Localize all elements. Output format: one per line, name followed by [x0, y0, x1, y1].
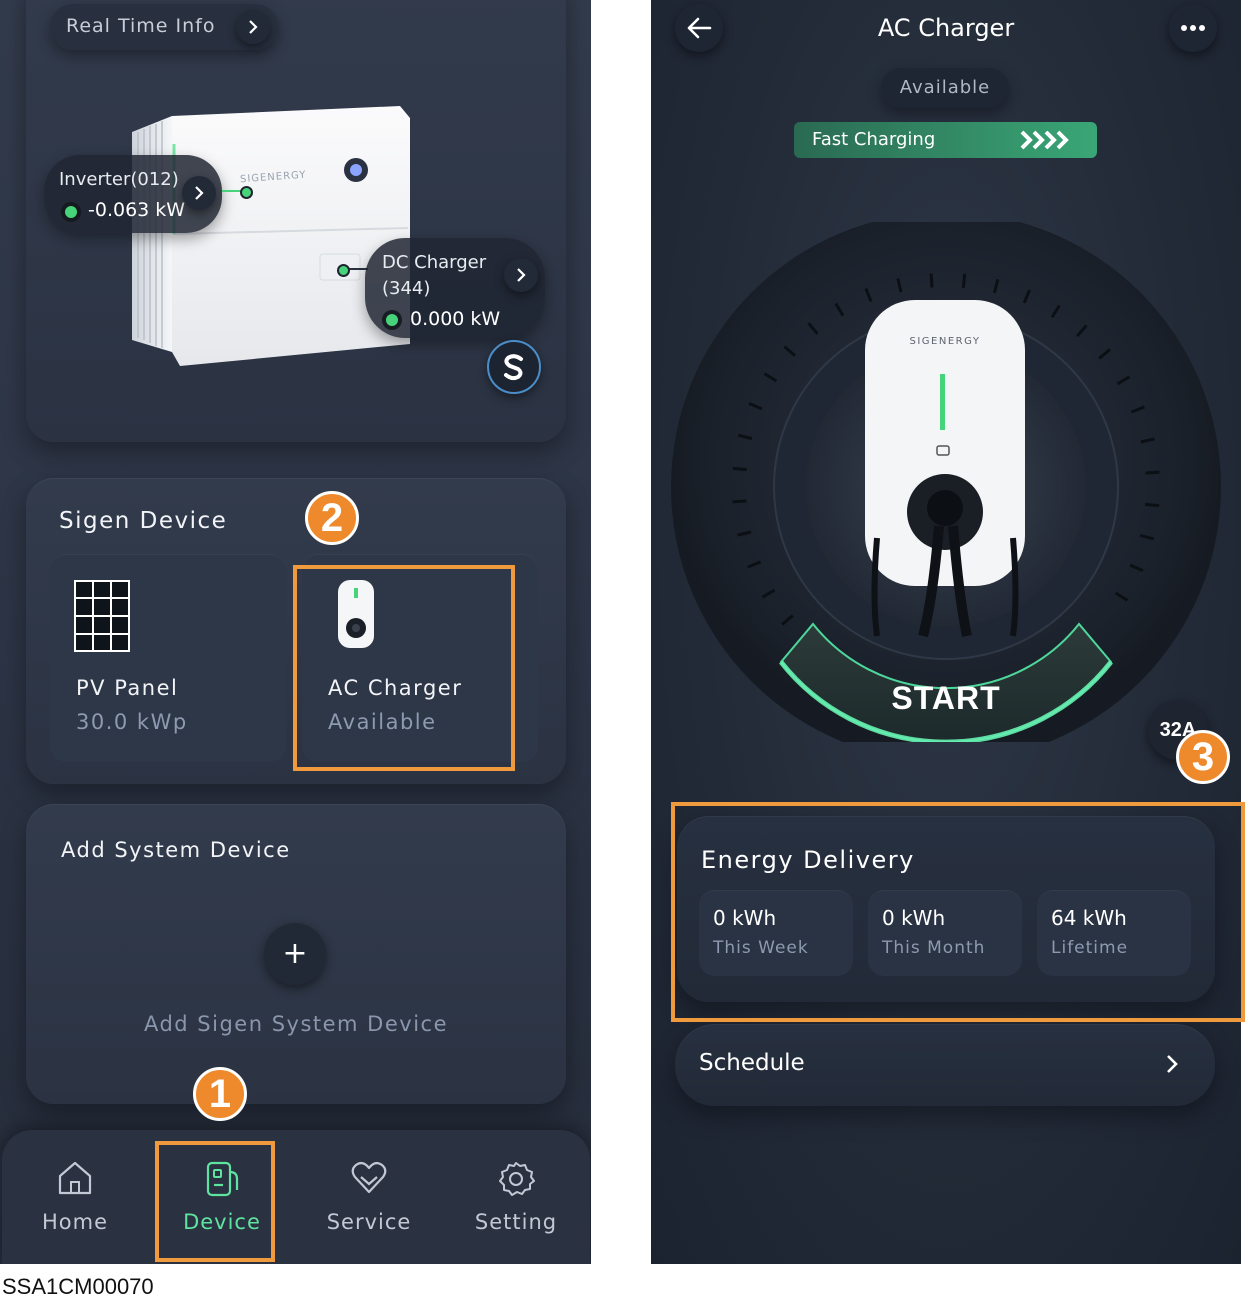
- nav-home[interactable]: Home: [15, 1160, 135, 1234]
- inverter-callout[interactable]: Inverter(012) -0.063 kW: [44, 155, 222, 233]
- nav-device-highlight: [155, 1141, 275, 1262]
- start-button[interactable]: START: [651, 680, 1241, 717]
- sigen-device-title: Sigen Device: [59, 508, 228, 534]
- dc-charger-status-dot: [386, 314, 398, 326]
- dial-tick: [1145, 470, 1160, 475]
- status-text: Available: [899, 77, 991, 98]
- nav-home-label: Home: [41, 1210, 108, 1234]
- step-badge-1: 1: [193, 1067, 247, 1121]
- nav-service-label: Service: [326, 1210, 412, 1234]
- add-system-device-card: Add System Device + Add Sigen System Dev…: [26, 804, 566, 1104]
- dc-charger-callout[interactable]: DC Charger (344) 0.000 kW: [365, 238, 545, 338]
- add-sigen-system-device-link[interactable]: Add Sigen System Device: [26, 1012, 566, 1036]
- fast-charging-bar: Fast Charging: [794, 122, 1097, 158]
- step-badge-3: 3: [1176, 730, 1230, 784]
- sigen-logo-icon[interactable]: [487, 340, 541, 394]
- charger-brand-label: SIGENERGY: [909, 336, 981, 347]
- dial-tick: [1145, 502, 1160, 508]
- dc-charger-label-line1: DC Charger: [382, 252, 487, 273]
- add-device-button[interactable]: +: [264, 923, 326, 985]
- dc-charger-label-line2: (344): [382, 278, 431, 299]
- page-title: AC Charger: [877, 14, 1015, 42]
- inverter-status-dot: [65, 206, 77, 218]
- nav-setting-label: Setting: [474, 1210, 558, 1234]
- schedule-label: Schedule: [699, 1050, 805, 1076]
- inverter-value: -0.063 kW: [88, 199, 186, 221]
- chevron-right-icon: [236, 10, 270, 44]
- real-time-info-label: Real Time Info: [66, 15, 216, 37]
- schedule-row[interactable]: Schedule: [675, 1024, 1215, 1106]
- service-icon: [309, 1160, 429, 1200]
- inverter-label: Inverter(012): [59, 169, 179, 190]
- ac-charger-screen: AC Charger Available Fast Charging SIGEN…: [651, 0, 1241, 1264]
- pv-panel-capacity: 30.0 kWp: [76, 710, 188, 734]
- chevron-right-icon: [504, 258, 538, 292]
- more-dots-icon: [1181, 25, 1205, 31]
- dial-tick: [961, 273, 967, 288]
- home-icon: [15, 1160, 135, 1200]
- fast-charging-chevrons-icon: [1020, 130, 1078, 154]
- pv-panel-name: PV Panel: [76, 676, 179, 700]
- nav-setting[interactable]: Setting: [456, 1160, 576, 1234]
- real-time-info-button[interactable]: Real Time Info: [50, 4, 278, 50]
- dial-tick: [732, 499, 747, 504]
- energy-delivery-highlight: [671, 802, 1245, 1022]
- inverter-product-image: [130, 104, 410, 366]
- chevron-right-icon: [182, 176, 216, 210]
- dial-tick: [732, 466, 747, 472]
- dial-tick: [929, 273, 934, 288]
- more-options-button[interactable]: [1169, 4, 1217, 52]
- pv-panel-tile[interactable]: PV Panel 30.0 kWp: [50, 554, 286, 762]
- inverter-anchor-dot: [240, 186, 253, 199]
- dc-charger-value: 0.000 kW: [410, 308, 501, 330]
- status-badge: Available: [881, 68, 1009, 108]
- add-system-device-title: Add System Device: [61, 838, 291, 862]
- step-badge-2: 2: [305, 491, 359, 545]
- dc-anchor-dot: [337, 264, 350, 277]
- ac-charger-image: [863, 298, 1027, 642]
- figure-caption: SSA1CM00070: [2, 1274, 154, 1299]
- fast-charging-label: Fast Charging: [812, 129, 936, 150]
- chevron-right-icon: [1167, 1055, 1178, 1073]
- plus-icon: +: [282, 936, 308, 971]
- gear-icon: [456, 1160, 576, 1200]
- ac-charger-highlight: [293, 565, 515, 771]
- nav-service[interactable]: Service: [309, 1160, 429, 1234]
- solar-panel-icon: [74, 580, 130, 656]
